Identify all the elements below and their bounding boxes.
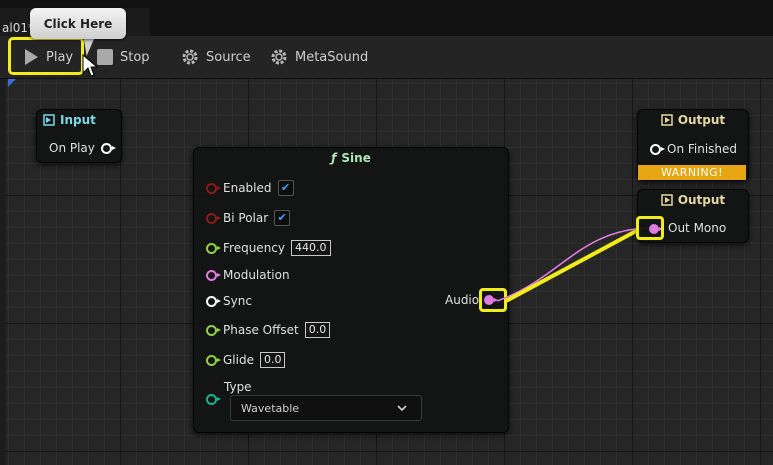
bool-pin-icon[interactable] (206, 182, 221, 194)
input-node[interactable]: Input On Play (36, 109, 122, 163)
stop-icon (97, 49, 113, 65)
audio-pin-icon[interactable] (484, 295, 498, 305)
output-title: Output (677, 193, 726, 207)
glide-label: Glide (223, 353, 254, 367)
enum-pin-icon[interactable] (206, 394, 221, 405)
type-label-wrap: Type (224, 380, 252, 394)
out-mono-label: Out Mono (668, 221, 727, 235)
glide-input[interactable]: 0.0 (259, 352, 286, 368)
chevron-down-icon (397, 405, 407, 412)
trigger-pin-icon[interactable] (100, 142, 116, 154)
audio-label: Audio (445, 293, 480, 307)
audio-wire (496, 227, 651, 302)
left-panel-edge (0, 79, 6, 465)
on-finished-label: On Finished (667, 142, 738, 156)
on-finished-pin: On Finished (650, 142, 737, 156)
frequency-input[interactable]: 440.0 (291, 240, 331, 256)
out-mono-highlight (636, 216, 664, 240)
output-out-mono-node[interactable]: Output Out Mono (636, 189, 749, 243)
toolbar: Play Stop Source MetaSound (0, 36, 773, 79)
frequency-label: Frequency (223, 241, 285, 255)
sync-label: Sync (223, 294, 252, 308)
sine-node-header: ƒ Sine (194, 148, 508, 168)
out-mono-pin: Out Mono (668, 221, 726, 235)
stop-label: Stop (120, 49, 150, 65)
source-button[interactable]: Source (180, 42, 251, 72)
source-label: Source (206, 49, 251, 65)
mouse-cursor-icon (82, 54, 98, 77)
type-pin (206, 394, 221, 405)
enabled-label: Enabled (223, 181, 272, 195)
click-here-tooltip: Click Here (30, 8, 126, 39)
type-label: Type (224, 380, 252, 394)
audio-out-pin: Audio (445, 293, 479, 307)
gear-icon (271, 49, 287, 65)
bipolar-label: Bi Polar (223, 211, 269, 225)
output-header: Output (638, 110, 748, 130)
bool-pin-icon[interactable] (206, 212, 221, 224)
type-dropdown-value: Wavetable (241, 401, 300, 415)
on-play-label: On Play (49, 141, 95, 155)
float-pin-icon[interactable] (206, 354, 221, 366)
output-header: Output (638, 190, 748, 210)
modulation-label: Modulation (223, 268, 290, 282)
float-pin-icon[interactable] (206, 242, 221, 254)
function-icon: ƒ (331, 151, 337, 165)
bipolar-checkbox[interactable]: ✔ (274, 210, 291, 226)
float-pin-icon[interactable] (206, 324, 221, 336)
corner-marker-icon (8, 79, 16, 87)
input-node-header: Input (37, 110, 121, 130)
trigger-pin-icon[interactable] (206, 295, 221, 307)
tooltip-text: Click Here (43, 16, 113, 31)
enabled-checkbox[interactable]: ✔ (277, 180, 294, 196)
output-icon (661, 194, 673, 206)
audio-pin-icon[interactable] (206, 269, 221, 281)
metasound-button[interactable]: MetaSound (269, 42, 368, 72)
modulation-pin: Modulation (206, 268, 290, 282)
phase-offset-input[interactable]: 0.0 (304, 322, 331, 338)
sync-pin: Sync (206, 294, 252, 308)
frequency-pin: Frequency 440.0 (206, 240, 331, 256)
node-graph-canvas[interactable]: Input On Play ƒ Sine Enabled ✔ Bi Polar … (0, 79, 773, 465)
input-icon (43, 114, 55, 126)
output-icon (661, 114, 673, 126)
glide-pin: Glide 0.0 (206, 352, 286, 368)
enabled-pin: Enabled ✔ (206, 180, 294, 196)
play-highlight (8, 37, 84, 75)
sine-node[interactable]: ƒ Sine Enabled ✔ Bi Polar ✔ Frequency 44… (193, 147, 509, 433)
sine-node-title: Sine (341, 151, 371, 165)
phase-offset-pin: Phase Offset 0.0 (206, 322, 331, 338)
stop-button[interactable]: Stop (96, 42, 150, 72)
output-title: Output (677, 113, 726, 127)
trigger-pin-icon[interactable] (650, 143, 665, 155)
highlight-arrow-line (505, 227, 641, 303)
warning-badge: WARNING! (638, 165, 746, 180)
input-node-title: Input (60, 113, 96, 127)
gear-icon (182, 49, 198, 65)
phase-offset-label: Phase Offset (223, 323, 299, 337)
output-on-finished-node[interactable]: Output On Finished WARNING! (637, 109, 749, 181)
metasound-label: MetaSound (295, 49, 369, 65)
bipolar-pin: Bi Polar ✔ (206, 210, 291, 226)
on-play-pin: On Play (49, 141, 116, 155)
type-dropdown[interactable]: Wavetable (230, 395, 422, 421)
